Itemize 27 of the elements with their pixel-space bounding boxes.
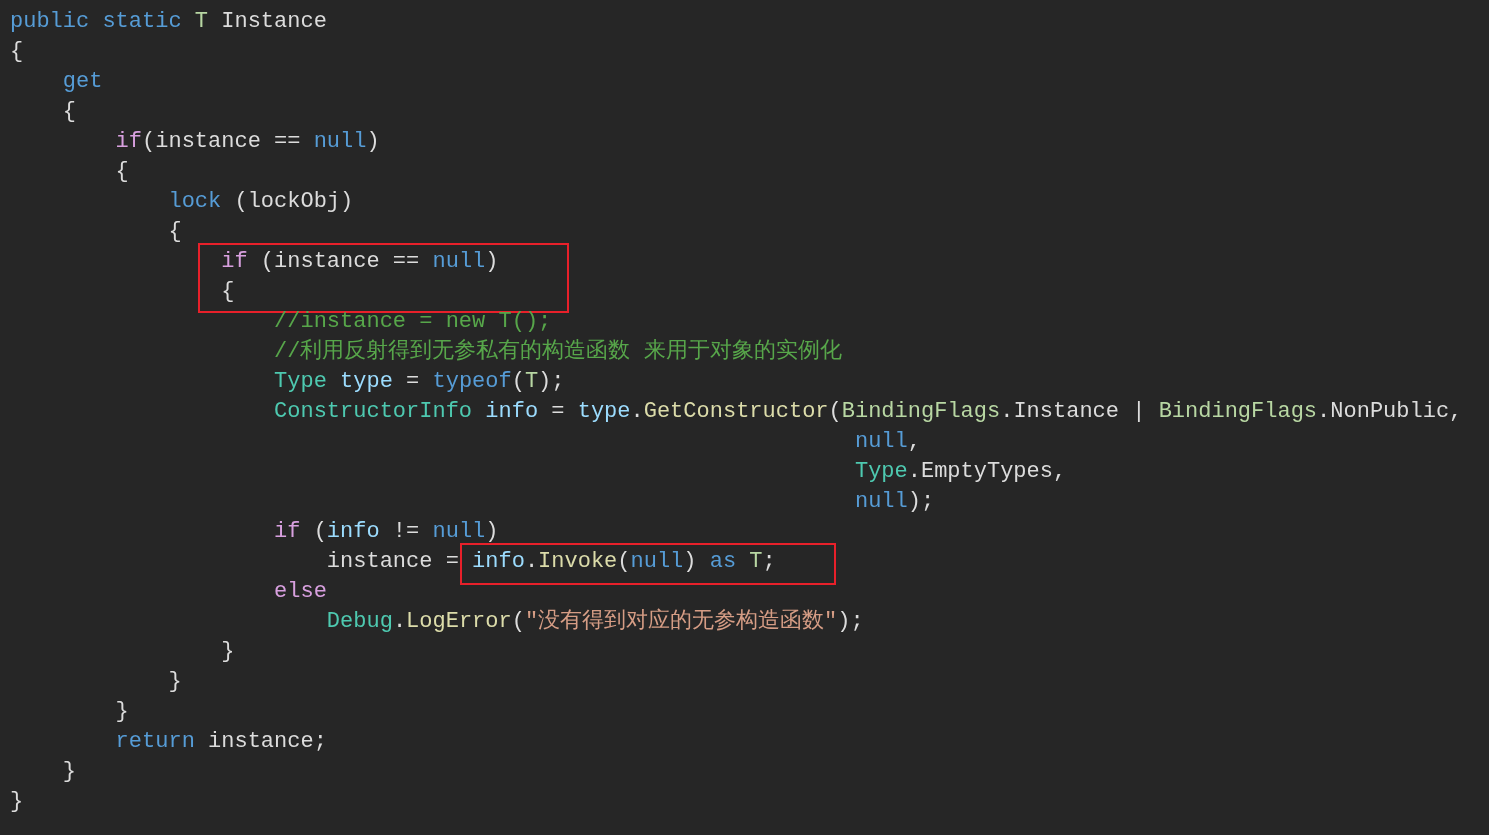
code-line: else xyxy=(273,579,327,604)
code-line: //利用反射得到无参私有的构造函数 来用于对象的实例化 xyxy=(273,339,842,364)
code-line: null, xyxy=(853,429,921,454)
code-line: if(instance == null) xyxy=(114,129,380,154)
code-line: ConstructorInfo info = type.GetConstructor(BindingFlags.Instance | BindingFlags.NonPublic, xyxy=(273,399,1463,424)
code-line: if (instance == null) xyxy=(220,249,499,274)
code-line: public static T Instance xyxy=(10,9,327,34)
code-line: { xyxy=(220,279,235,304)
code-line: if (info != null) xyxy=(273,519,499,544)
code-line: Type.EmptyTypes, xyxy=(853,459,1067,484)
code-line: Debug.LogError("没有得到对应的无参构造函数"); xyxy=(325,609,864,634)
code-line: lock (lockObj) xyxy=(167,189,354,214)
code-line: { xyxy=(10,39,24,64)
code-line: { xyxy=(61,99,76,124)
code-line: Type type = typeof(T); xyxy=(273,369,565,394)
code-line: return instance; xyxy=(114,729,327,754)
code-line: instance = info.Invoke(null) as T; xyxy=(325,549,776,574)
code-line: } xyxy=(220,639,235,664)
code-line: } xyxy=(167,669,182,694)
code-line: //instance = new T(); xyxy=(273,309,552,334)
code-line: } xyxy=(114,699,129,724)
code-line: get xyxy=(61,69,103,94)
code-line: } xyxy=(61,759,76,784)
code-line: } xyxy=(10,789,24,814)
code-line: { xyxy=(167,219,182,244)
code-line: { xyxy=(114,159,129,184)
code-line: null); xyxy=(853,489,935,514)
